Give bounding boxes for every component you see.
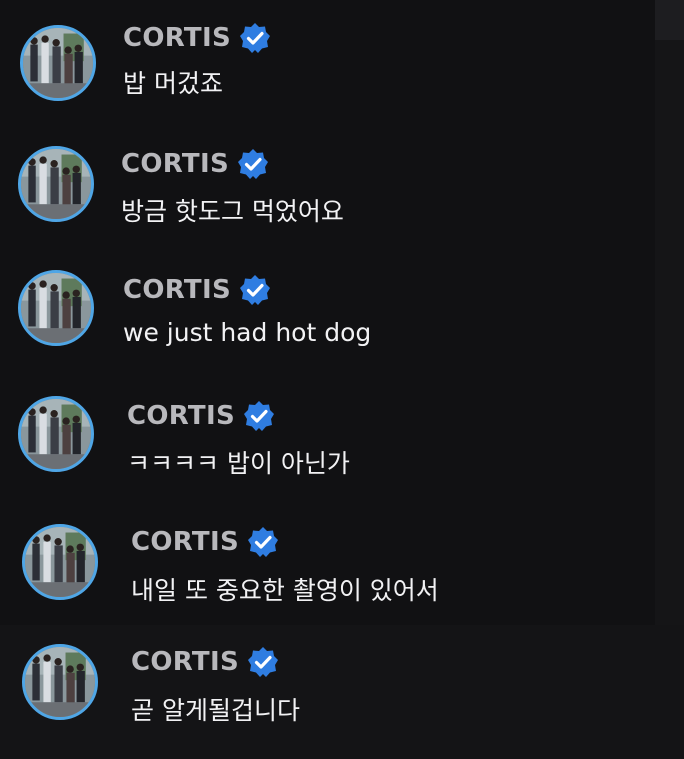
sender-row: CORTIS [123, 22, 271, 54]
group-photo-icon [25, 647, 95, 717]
chat-message[interactable]: CORTIS ㅋㅋㅋㅋ 밥이 아닌가 [0, 388, 640, 498]
sender-row: CORTIS [127, 400, 275, 432]
message-text: 방금 핫도그 먹었어요 [121, 197, 344, 226]
sender-name[interactable]: CORTIS [131, 527, 239, 557]
verified-badge-icon [247, 526, 279, 558]
chat-message[interactable]: CORTIS we just had hot dog [0, 262, 640, 372]
chat-message[interactable]: CORTIS 내일 또 중요한 촬영이 있어서 [0, 516, 640, 626]
message-text: 밥 머겄죠 [123, 69, 223, 98]
avatar[interactable] [22, 524, 98, 600]
sender-row: CORTIS [131, 646, 279, 678]
group-photo-icon [21, 399, 91, 469]
sender-row: CORTIS [121, 148, 269, 180]
avatar[interactable] [22, 644, 98, 720]
sender-name[interactable]: CORTIS [131, 647, 239, 677]
message-text: ㅋㅋㅋㅋ 밥이 아닌가 [127, 449, 350, 478]
message-text: we just had hot dog [123, 318, 372, 347]
sender-name[interactable]: CORTIS [123, 23, 231, 53]
sender-row: CORTIS [131, 526, 279, 558]
verified-badge-icon [237, 148, 269, 180]
verified-badge-icon [239, 22, 271, 54]
sender-row: CORTIS [123, 274, 271, 306]
chat-message[interactable]: CORTIS 방금 핫도그 먹었어요 [0, 138, 640, 248]
chat-message[interactable]: CORTIS 밥 머겄죠 [0, 10, 640, 120]
sender-name[interactable]: CORTIS [127, 401, 235, 431]
verified-badge-icon [239, 274, 271, 306]
group-photo-icon [21, 273, 91, 343]
chat-message[interactable]: CORTIS 곧 알게될겁니다 [0, 636, 640, 746]
avatar[interactable] [18, 270, 94, 346]
message-text: 곧 알게될겁니다 [131, 696, 300, 725]
header-edge [655, 0, 684, 40]
verified-badge-icon [243, 400, 275, 432]
group-photo-icon [21, 149, 91, 219]
message-text: 내일 또 중요한 촬영이 있어서 [131, 576, 439, 605]
sender-name[interactable]: CORTIS [123, 275, 231, 305]
avatar[interactable] [18, 396, 94, 472]
chat-panel: CORTIS 밥 머겄죠 CORTIS 방금 핫도그 먹었어요 CORTIS w… [0, 0, 684, 759]
verified-badge-icon [247, 646, 279, 678]
avatar[interactable] [20, 25, 96, 101]
group-photo-icon [23, 28, 93, 98]
sender-name[interactable]: CORTIS [121, 149, 229, 179]
avatar[interactable] [18, 146, 94, 222]
group-photo-icon [25, 527, 95, 597]
